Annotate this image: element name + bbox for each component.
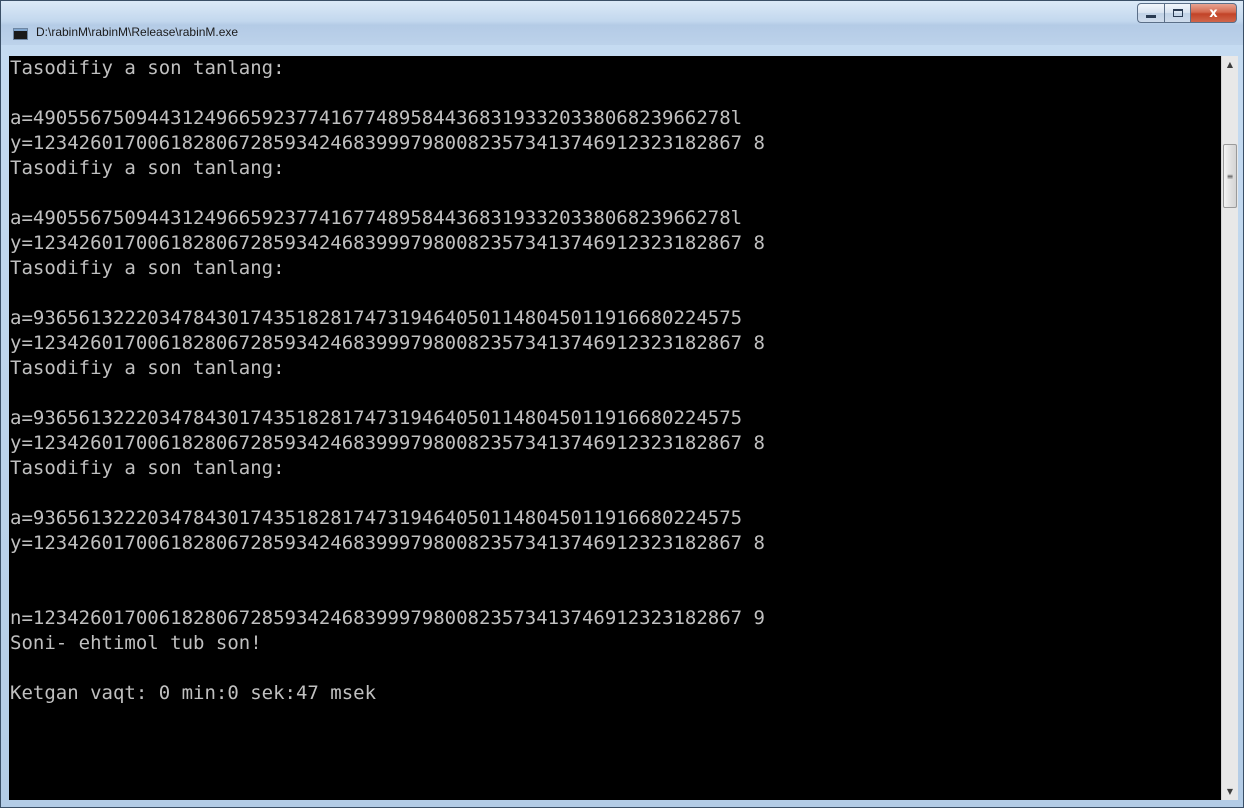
console-line: y=12342601700618280672859342468399979800… <box>10 132 765 154</box>
caption-buttons: x <box>1137 3 1237 23</box>
console-line: a=93656132220347843017435182817473194640… <box>10 407 743 429</box>
console-line: Tasodifiy a son tanlang: <box>10 157 285 179</box>
console-line: Tasodifiy a son tanlang: <box>10 357 285 379</box>
console-line: y=12342601700618280672859342468399979800… <box>10 432 765 454</box>
scroll-down-button[interactable]: ▼ <box>1222 783 1238 800</box>
console-line: Tasodifiy a son tanlang: <box>10 457 285 479</box>
console-line: Ketgan vaqt: 0 min:0 sek:47 msek <box>10 682 377 704</box>
console-output-area[interactable]: Tasodifiy a son tanlang: a=4905567509443… <box>9 56 1221 800</box>
scroll-grip-icon: ≡ <box>1226 171 1234 181</box>
console-line: a=49055675094431249665923774167748958443… <box>10 207 743 229</box>
scroll-up-button[interactable]: ▲ <box>1222 56 1238 73</box>
vertical-scrollbar[interactable]: ▲ ≡ ▼ <box>1221 56 1238 800</box>
minimize-icon <box>1146 15 1156 18</box>
close-icon: x <box>1209 5 1218 21</box>
title-bar[interactable]: D:\rabinM\rabinM\Release\rabinM.exe x <box>1 1 1243 45</box>
console-line: Soni- ehtimol tub son! <box>10 632 262 654</box>
console-line: y=12342601700618280672859342468399979800… <box>10 332 765 354</box>
maximize-icon <box>1172 9 1183 17</box>
console-line: n=12342601700618280672859342468399979800… <box>10 607 765 629</box>
scrollbar-thumb[interactable]: ≡ <box>1223 144 1237 208</box>
console-line: y=12342601700618280672859342468399979800… <box>10 532 765 554</box>
console-window: D:\rabinM\rabinM\Release\rabinM.exe x Ta… <box>0 0 1244 808</box>
console-line: Tasodifiy a son tanlang: <box>10 57 285 79</box>
console-line: Tasodifiy a son tanlang: <box>10 257 285 279</box>
minimize-button[interactable] <box>1137 3 1164 23</box>
scroll-up-icon: ▲ <box>1226 60 1234 69</box>
console-line: a=49055675094431249665923774167748958443… <box>10 107 743 129</box>
console-line: a=93656132220347843017435182817473194640… <box>10 307 743 329</box>
console-output-text: Tasodifiy a son tanlang: a=4905567509443… <box>10 56 765 706</box>
scroll-down-icon: ▼ <box>1226 787 1234 796</box>
console-app-icon[interactable] <box>13 28 28 40</box>
maximize-button[interactable] <box>1164 3 1191 23</box>
window-title: D:\rabinM\rabinM\Release\rabinM.exe <box>36 25 239 39</box>
console-line: a=93656132220347843017435182817473194640… <box>10 507 743 529</box>
close-button[interactable]: x <box>1191 3 1237 23</box>
console-line: y=12342601700618280672859342468399979800… <box>10 232 765 254</box>
